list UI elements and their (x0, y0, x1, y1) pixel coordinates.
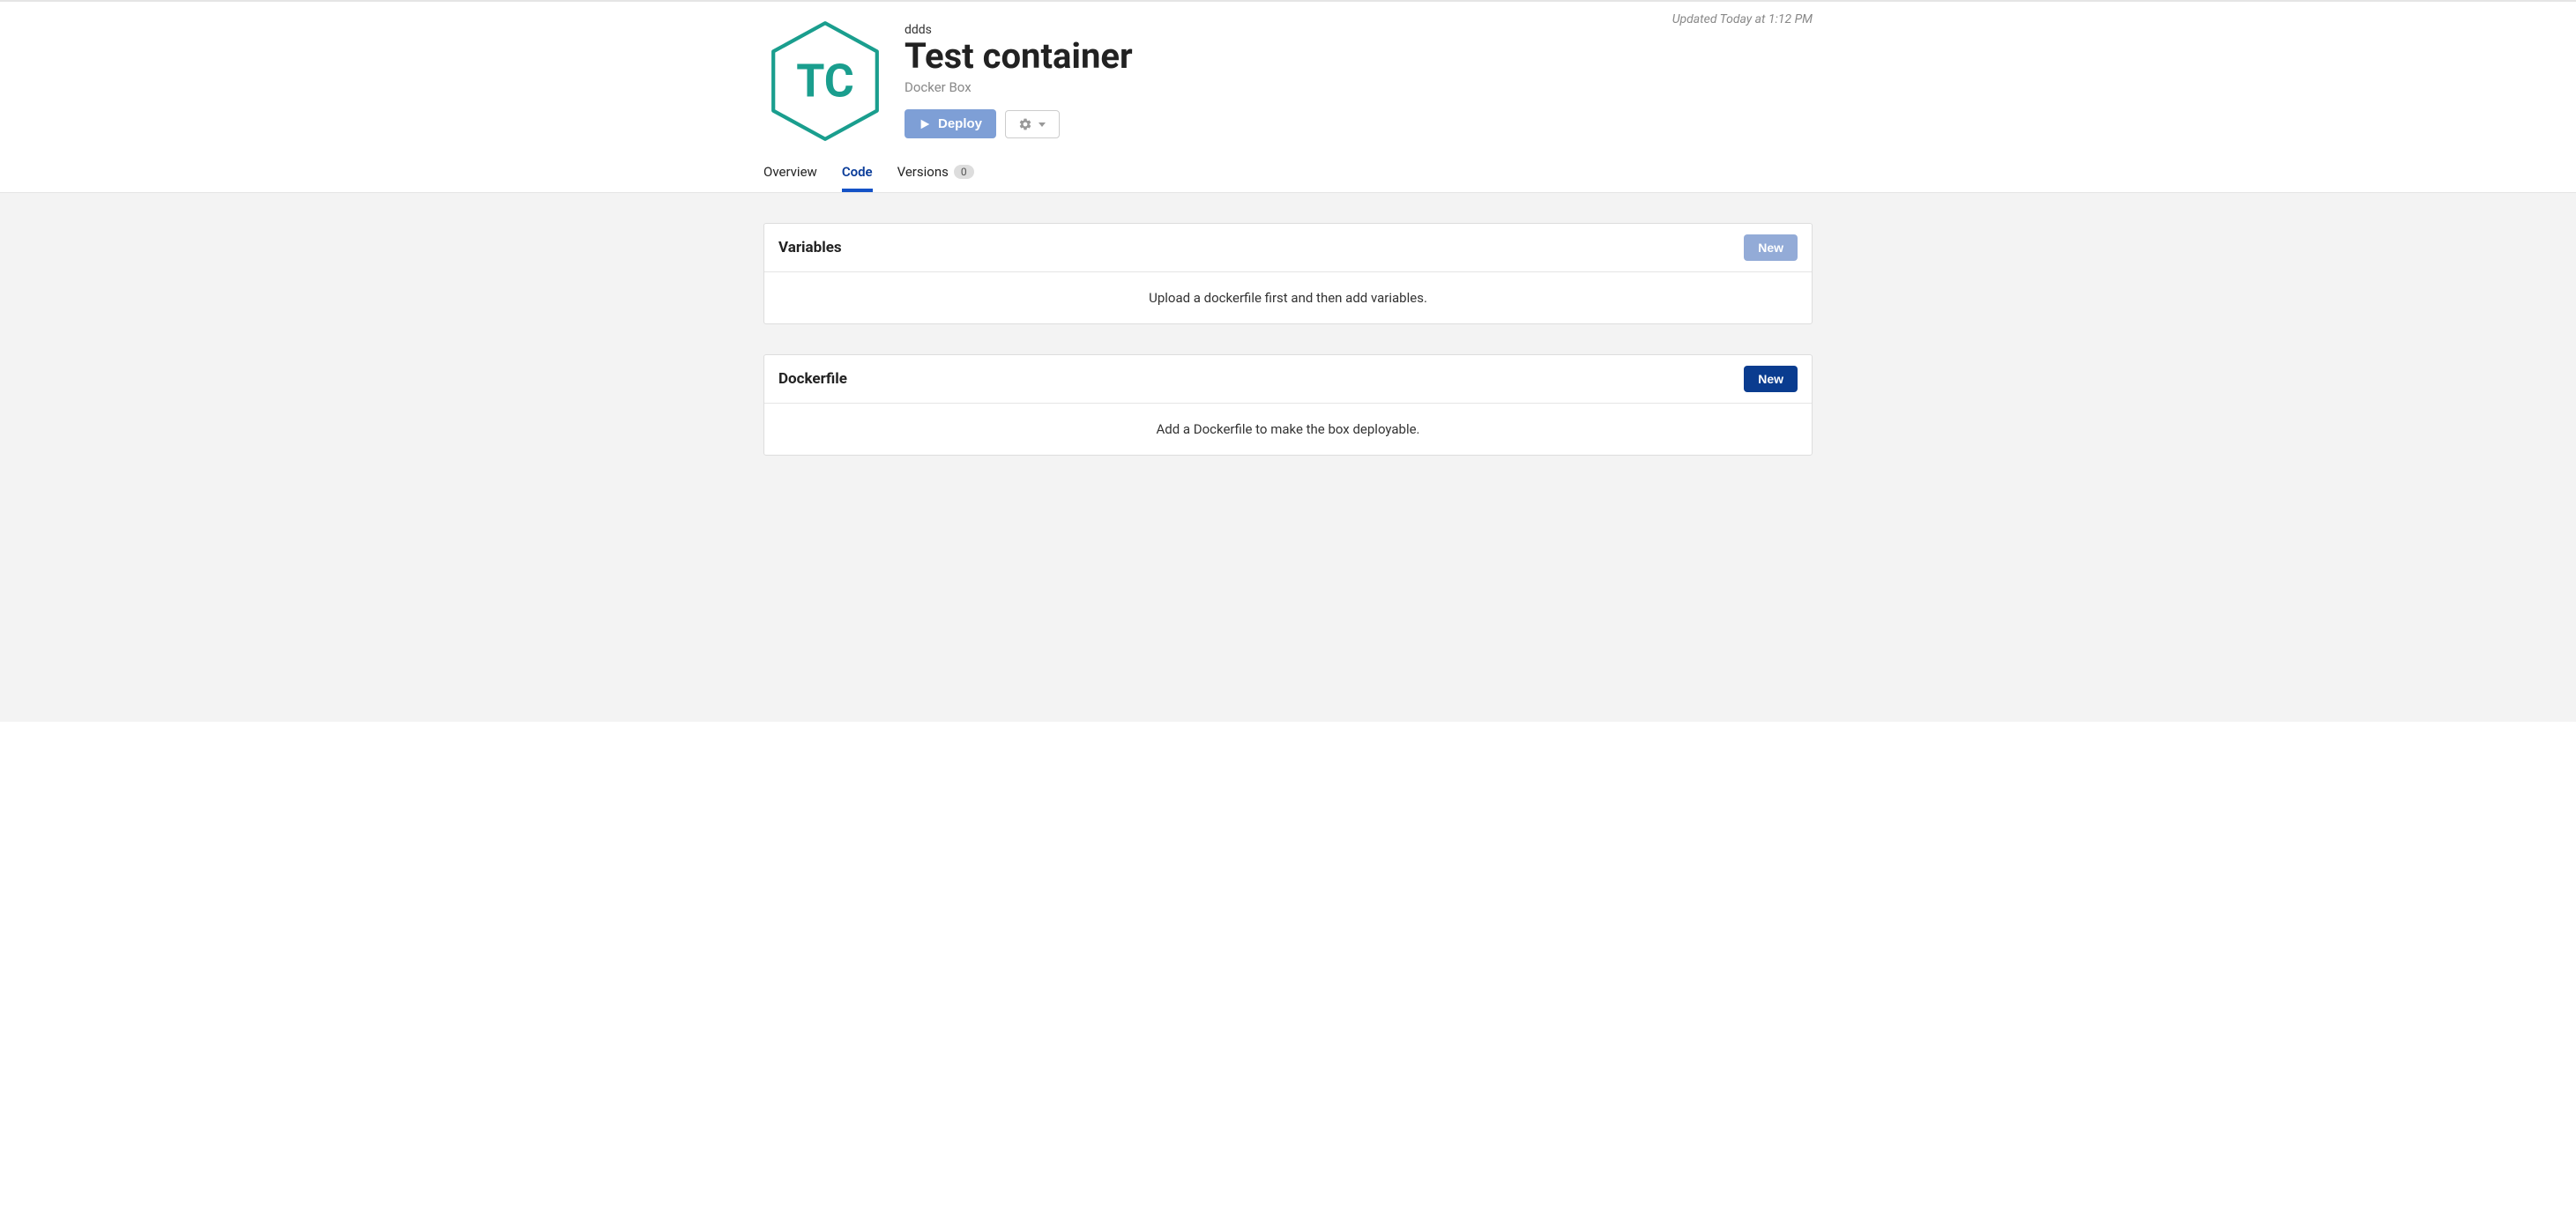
tab-versions[interactable]: Versions 0 (897, 164, 974, 192)
dockerfile-new-button[interactable]: New (1744, 366, 1798, 392)
dockerfile-empty-message: Add a Dockerfile to make the box deploya… (764, 404, 1812, 455)
tab-versions-label: Versions (897, 164, 949, 180)
play-icon (919, 118, 931, 130)
page-title: Test container (905, 37, 1672, 76)
box-initials: TC (796, 55, 854, 108)
dockerfile-title: Dockerfile (778, 370, 847, 388)
variables-title: Variables (778, 239, 842, 256)
caret-down-icon (1038, 120, 1046, 129)
versions-count-badge: 0 (954, 165, 974, 179)
tab-code[interactable]: Code (842, 164, 873, 192)
settings-dropdown-button[interactable] (1005, 110, 1060, 138)
dockerfile-panel: Dockerfile New Add a Dockerfile to make … (763, 354, 1813, 456)
deploy-button[interactable]: Deploy (905, 109, 996, 138)
updated-timestamp: Updated Today at 1:12 PM (1672, 2, 1813, 26)
box-hex-icon: TC (763, 19, 887, 143)
tabs: Overview Code Versions 0 (763, 150, 1813, 192)
variables-new-button[interactable]: New (1744, 234, 1798, 261)
deploy-button-label: Deploy (938, 116, 982, 131)
variables-panel: Variables New Upload a dockerfile first … (763, 223, 1813, 324)
gear-icon (1018, 117, 1032, 131)
variables-empty-message: Upload a dockerfile first and then add v… (764, 272, 1812, 323)
box-type-label: Docker Box (905, 79, 1672, 95)
tab-overview[interactable]: Overview (763, 164, 817, 192)
